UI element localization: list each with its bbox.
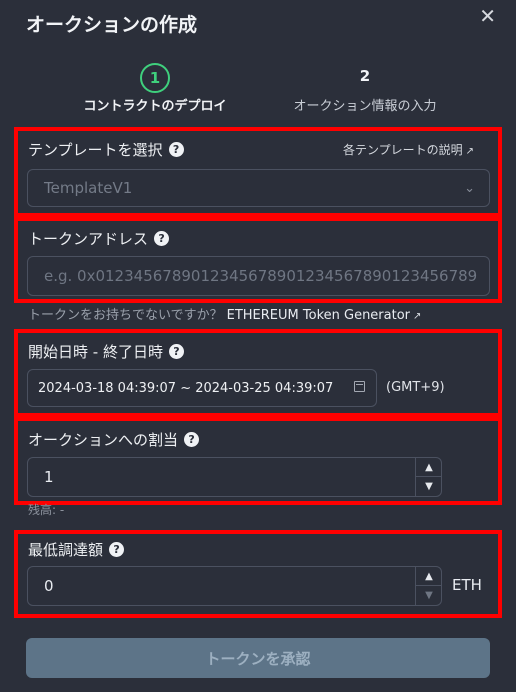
template-description-link-text: 各テンプレートの説明: [343, 143, 463, 157]
step-enter-auction-info: 2 オークション情報の入力: [265, 63, 465, 114]
allocation-label: オークションへの割当 ?: [28, 429, 200, 450]
step-label: コントラクトのデプロイ: [83, 99, 227, 114]
token-address-input[interactable]: e.g. 0x012345678901234567890123456789012…: [27, 256, 490, 296]
step-number: 2: [359, 67, 371, 85]
minimum-raise-label-text: 最低調達額: [28, 541, 104, 559]
date-range-value: 2024-03-18 04:39:07 ~ 2024-03-25 04:39:0…: [38, 380, 334, 396]
currency-unit: ETH: [452, 576, 482, 594]
step-number-circle: 1: [140, 63, 170, 93]
allocation-number-input[interactable]: 1 ▲ ▼: [27, 457, 442, 497]
template-label-text: テンプレートを選択: [28, 141, 163, 159]
template-label: テンプレートを選択 ?: [28, 139, 184, 160]
minimum-raise-stepper: ▲ ▼: [415, 567, 442, 605]
question-circle-icon[interactable]: ?: [109, 542, 125, 557]
allocation-stepper: ▲ ▼: [415, 458, 442, 496]
minimum-raise-number-input[interactable]: 0 ▲ ▼: [27, 566, 442, 606]
external-link-icon: ↗: [413, 311, 422, 322]
external-link-icon: ↗: [465, 146, 475, 157]
token-address-label: トークンアドレス ?: [28, 228, 170, 249]
minimum-raise-value: 0: [44, 577, 54, 595]
token-address-placeholder: e.g. 0x012345678901234567890123456789012…: [44, 267, 478, 285]
hint-text: トークンをお持ちでないですか？: [28, 308, 223, 323]
triangle-up-icon[interactable]: ▲: [416, 458, 442, 477]
approve-token-button[interactable]: トークンを承認: [26, 638, 490, 678]
triangle-down-icon[interactable]: ▼: [416, 477, 442, 496]
create-auction-modal: オークションの作成 ✕ 1 コントラクトのデプロイ 2 オークション情報の入力 …: [0, 0, 516, 692]
question-circle-icon[interactable]: ?: [168, 142, 184, 157]
question-circle-icon[interactable]: ?: [184, 432, 200, 447]
step-deploy-contract: 1 コントラクトのデプロイ: [55, 63, 255, 114]
triangle-up-icon[interactable]: ▲: [416, 567, 442, 586]
allocation-label-text: オークションへの割当: [28, 431, 179, 449]
period-label: 開始日時 - 終了日時 ?: [28, 341, 184, 362]
calendar-icon: [354, 381, 365, 392]
date-range-picker[interactable]: 2024-03-18 04:39:07 ~ 2024-03-25 04:39:0…: [27, 369, 377, 407]
token-generator-hint: トークンをお持ちでないですか？ ETHEREUM Token Generator ↗: [28, 304, 421, 323]
balance-text: 残高: -: [28, 503, 65, 517]
timezone-label: (GMT+9): [386, 380, 445, 395]
step-label: オークション情報の入力: [293, 99, 437, 114]
period-label-text: 開始日時 - 終了日時: [28, 343, 163, 361]
token-generator-link[interactable]: ETHEREUM Token Generator: [227, 308, 410, 323]
modal-title: オークションの作成: [26, 14, 198, 36]
minimum-raise-label: 最低調達額 ?: [28, 539, 125, 560]
chevron-down-icon: ⌄: [464, 181, 475, 196]
close-icon[interactable]: ✕: [479, 6, 496, 26]
token-address-label-text: トークンアドレス: [28, 230, 149, 248]
allocation-value: 1: [44, 468, 54, 486]
template-select[interactable]: TemplateV1 ⌄: [27, 169, 490, 207]
question-circle-icon[interactable]: ?: [168, 344, 184, 359]
question-circle-icon[interactable]: ?: [154, 231, 170, 246]
template-select-value: TemplateV1: [44, 179, 133, 197]
template-description-link[interactable]: 各テンプレートの説明 ↗: [343, 141, 474, 158]
triangle-down-icon[interactable]: ▼: [416, 586, 442, 605]
